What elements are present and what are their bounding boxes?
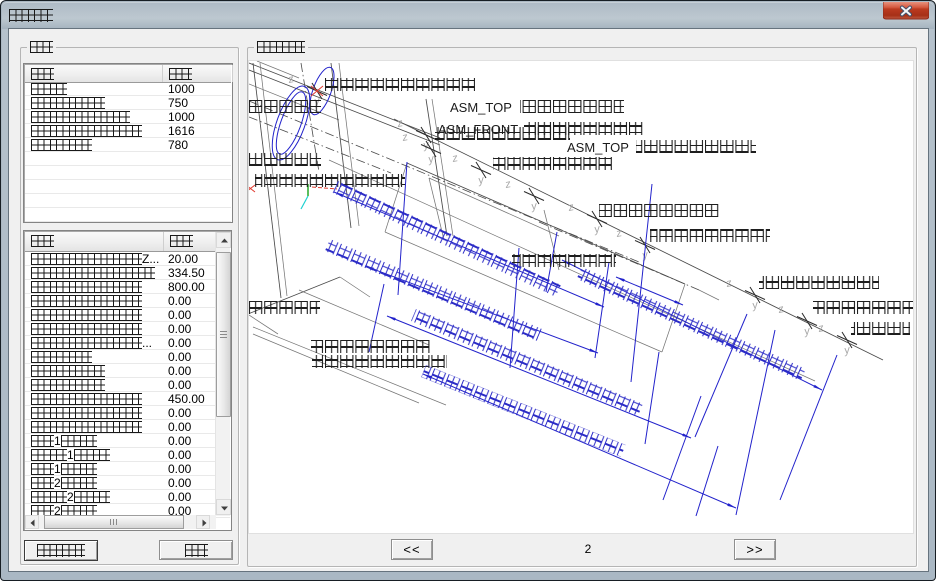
svg-text:z: z <box>776 303 785 316</box>
svg-text:ASM_TOP: ASM_TOP <box>567 140 629 155</box>
svg-text:z: z <box>503 178 512 191</box>
svg-text:z: z <box>614 227 623 240</box>
svg-text:z: z <box>286 73 295 86</box>
svg-text:ASM_TOP: ASM_TOP <box>450 100 512 115</box>
svg-text:z: z <box>400 131 409 144</box>
svg-text:z: z <box>450 152 459 165</box>
svg-text:z: z <box>724 277 733 290</box>
svg-text:z: z <box>816 322 825 335</box>
